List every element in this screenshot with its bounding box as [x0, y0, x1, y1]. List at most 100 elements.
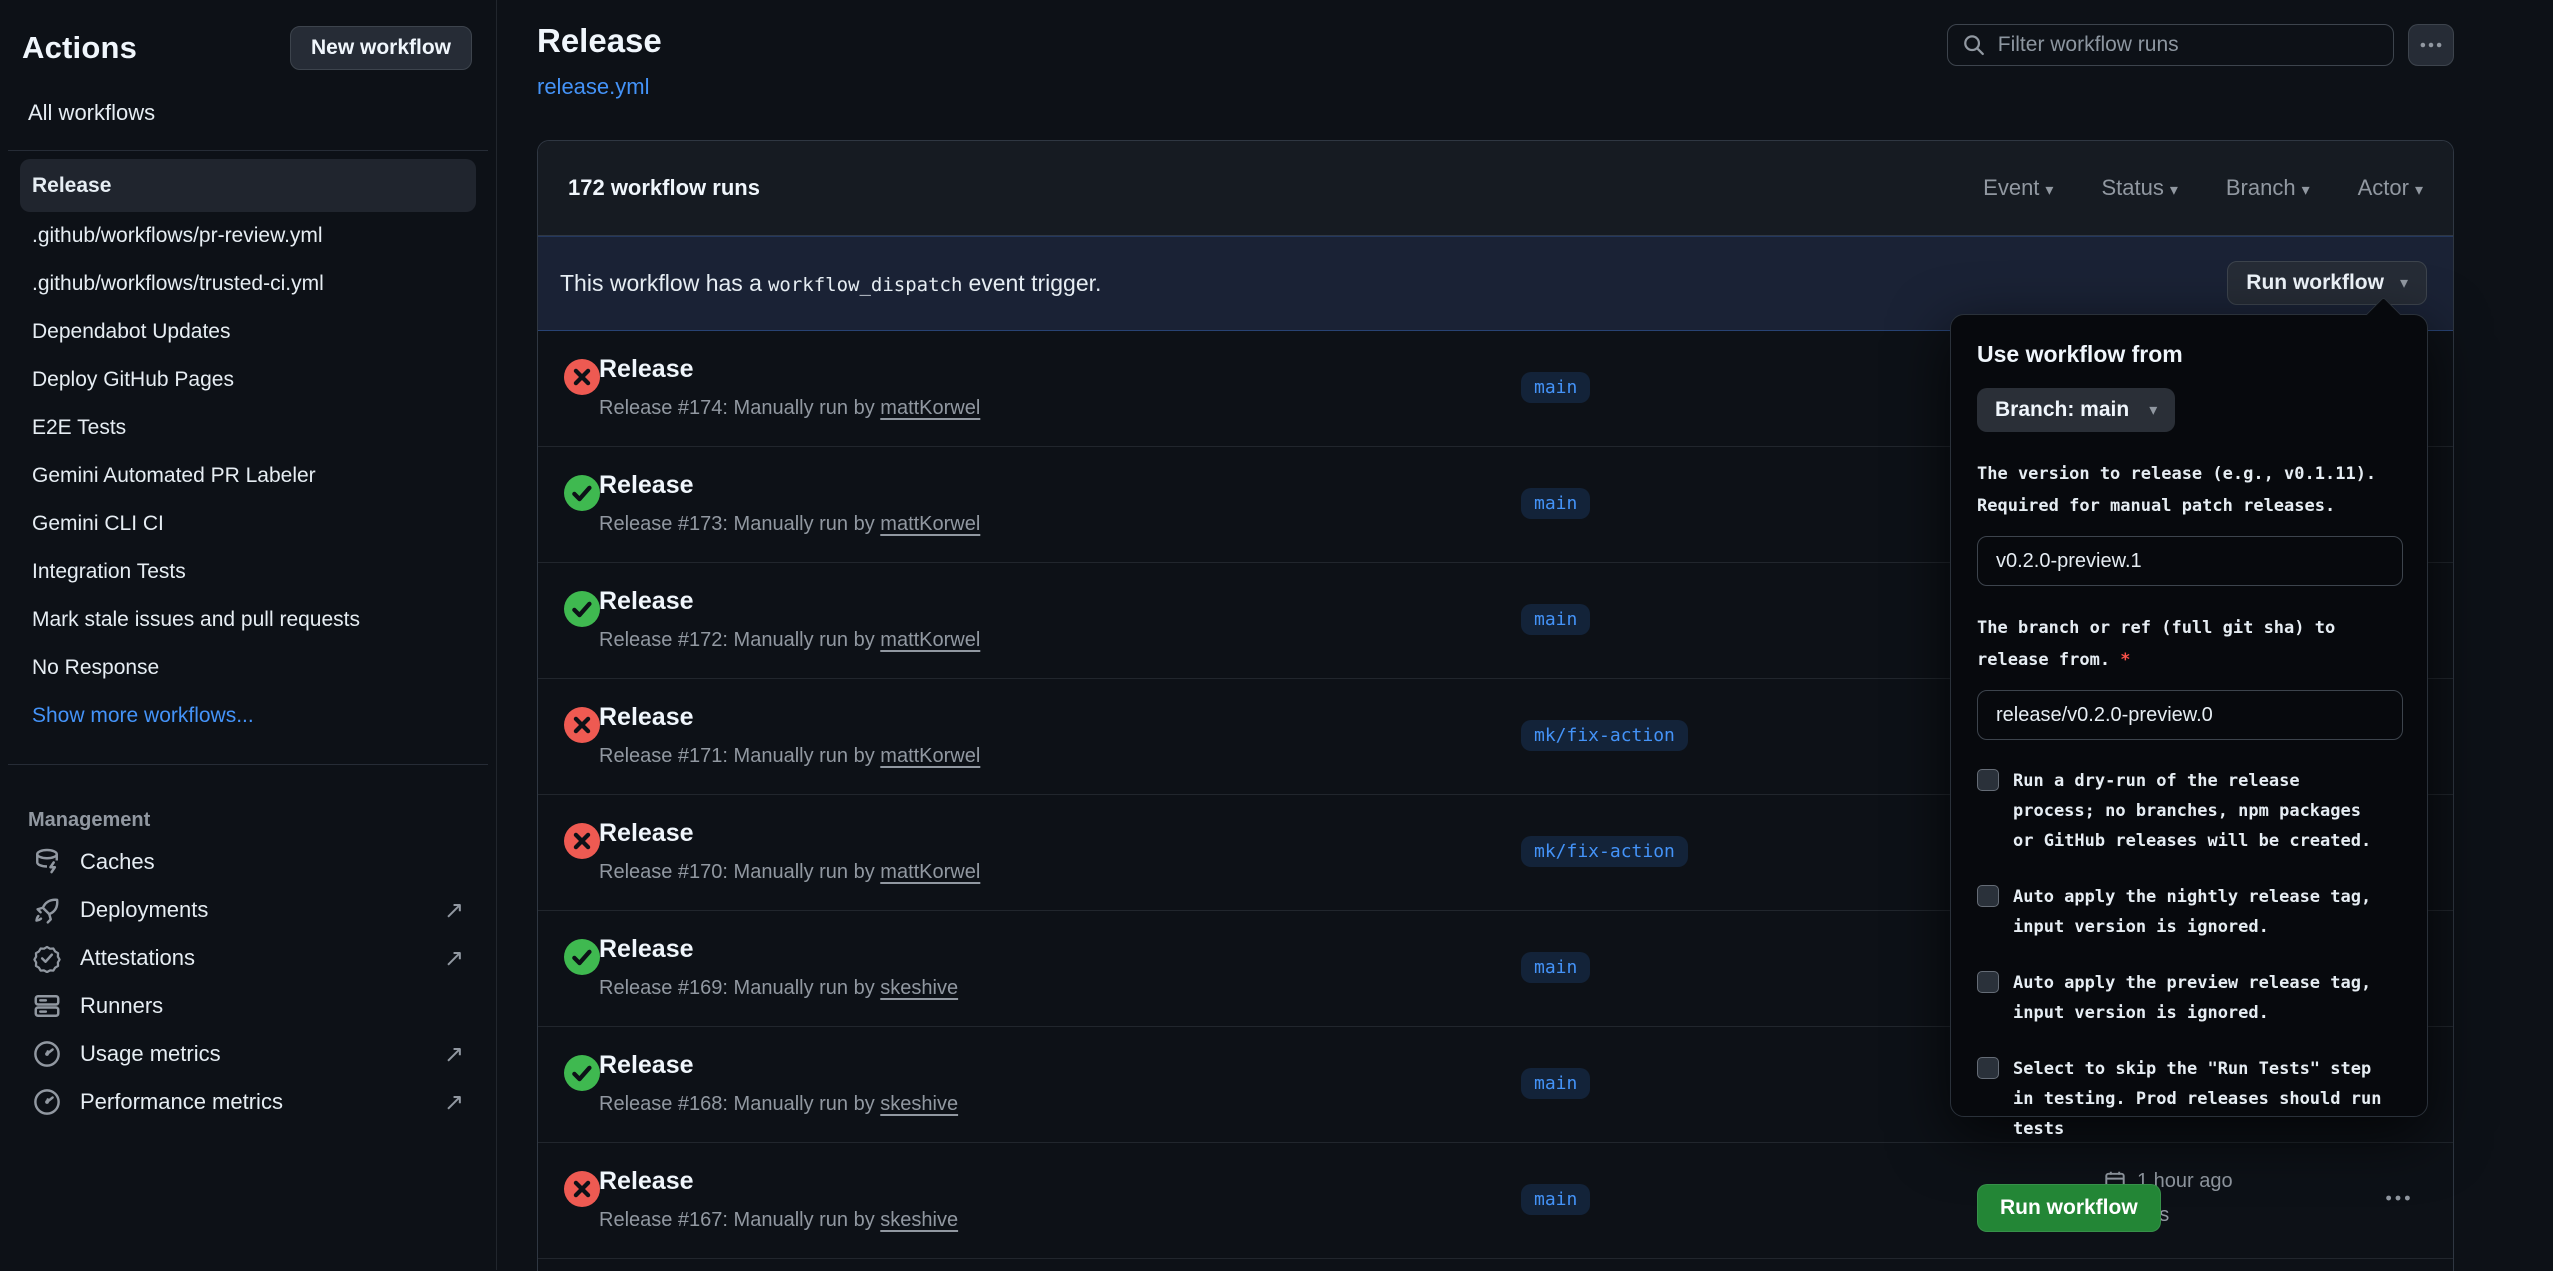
checkbox-label[interactable]: Run a dry-run of the release process; no…: [2013, 766, 2389, 856]
sidebar-workflow-item[interactable]: E2E Tests: [20, 404, 476, 452]
run-description-text: Release #169: Manually run by: [599, 977, 880, 999]
chevron-down-icon: ▾: [2045, 182, 2053, 199]
sidebar-management-item[interactable]: Attestations ↗: [20, 934, 476, 982]
management-list: Caches ↗ Deployments ↗ Attestations ↗ Ru…: [0, 838, 496, 1126]
filter-dropdown[interactable]: Status▾: [2101, 175, 2177, 201]
version-input[interactable]: [1977, 536, 2403, 586]
branch-badge[interactable]: main: [1521, 1068, 1590, 1099]
meter-icon: [32, 1039, 62, 1069]
branch-badge[interactable]: mk/fix-action: [1521, 836, 1688, 867]
sidebar-workflow-item[interactable]: Integration Tests: [20, 548, 476, 596]
run-actor-link[interactable]: mattKorwel: [880, 745, 980, 767]
workflow-item-label: Gemini Automated PR Labeler: [32, 464, 316, 488]
sidebar-management-item[interactable]: Runners ↗: [20, 982, 476, 1030]
checkbox-label[interactable]: Select to skip the "Run Tests" step in t…: [2013, 1054, 2389, 1144]
run-actor-link[interactable]: mattKorwel: [880, 629, 980, 651]
branch-badge[interactable]: main: [1521, 372, 1590, 403]
branch-select-button[interactable]: Branch: main▾: [1977, 388, 2175, 432]
management-item-label: Performance metrics: [80, 1089, 283, 1115]
sidebar-workflow-item[interactable]: .github/workflows/pr-review.yml: [20, 212, 476, 260]
run-status-icon: [564, 707, 600, 743]
checkbox-input[interactable]: [1977, 1057, 1999, 1079]
checkbox-row: Run a dry-run of the release process; no…: [1977, 766, 2401, 856]
run-title-link[interactable]: Release: [599, 1051, 694, 1080]
filter-dropdown[interactable]: Event▾: [1983, 175, 2053, 201]
runs-count: 172 workflow runs: [568, 175, 760, 201]
run-description: Release #174: Manually run by mattKorwel: [599, 397, 980, 420]
sidebar-workflow-item[interactable]: Release: [20, 159, 476, 212]
workflow-item-label: Release: [32, 174, 111, 198]
run-actor-link[interactable]: skeshive: [880, 1209, 958, 1231]
workflow-options-kebab-button[interactable]: [2408, 24, 2454, 66]
run-actor-link[interactable]: mattKorwel: [880, 397, 980, 419]
sidebar-workflow-item[interactable]: .github/workflows/trusted-ci.yml: [20, 260, 476, 308]
new-workflow-button[interactable]: New workflow: [290, 26, 472, 70]
run-workflow-dropdown-button[interactable]: Run workflow▾: [2227, 261, 2427, 305]
checkbox-input[interactable]: [1977, 769, 1999, 791]
run-description-text: Release #168: Manually run by: [599, 1093, 880, 1115]
sidebar-management-item[interactable]: Caches ↗: [20, 838, 476, 886]
run-title-link[interactable]: Release: [599, 355, 694, 384]
branch-badge[interactable]: main: [1521, 488, 1590, 519]
branch-badge[interactable]: main: [1521, 604, 1590, 635]
sidebar-management-item[interactable]: Deployments ↗: [20, 886, 476, 934]
sidebar-workflow-item[interactable]: Gemini CLI CI: [20, 500, 476, 548]
run-title-link[interactable]: Release: [599, 703, 694, 732]
workflow-item-label: Mark stale issues and pull requests: [32, 608, 360, 632]
sidebar-workflow-item[interactable]: Mark stale issues and pull requests: [20, 596, 476, 644]
workflow-item-label: E2E Tests: [32, 416, 126, 440]
banner-text-suffix: event trigger.: [968, 270, 1101, 296]
workflow-item-label: Show more workflows...: [32, 704, 254, 728]
kebab-horizontal-icon: [2418, 32, 2444, 58]
external-link-icon: ↗: [444, 896, 464, 925]
runs-filters: Event▾ Status▾ Branch▾ Actor▾: [1983, 175, 2423, 201]
banner-code: workflow_dispatch: [762, 274, 968, 296]
filter-dropdown-label: Actor: [2358, 175, 2409, 200]
run-actor-link[interactable]: skeshive: [880, 977, 958, 999]
filter-dropdown[interactable]: Actor▾: [2358, 175, 2423, 201]
checkbox-input[interactable]: [1977, 971, 1999, 993]
checkbox-label[interactable]: Auto apply the nightly release tag, inpu…: [2013, 882, 2389, 942]
workflow-list: Release .github/workflows/pr-review.yml …: [0, 159, 496, 740]
branch-badge[interactable]: mk/fix-action: [1521, 720, 1688, 751]
sidebar-workflow-item[interactable]: Dependabot Updates: [20, 308, 476, 356]
filter-dropdown[interactable]: Branch▾: [2226, 175, 2310, 201]
workflow-item-label: Deploy GitHub Pages: [32, 368, 234, 392]
run-status-icon: [564, 939, 600, 975]
sidebar-item-all-workflows[interactable]: All workflows: [0, 70, 496, 126]
sidebar-workflow-item[interactable]: Deploy GitHub Pages: [20, 356, 476, 404]
run-title-link[interactable]: Release: [599, 935, 694, 964]
sidebar-workflow-item[interactable]: No Response: [20, 644, 476, 692]
checkbox-label[interactable]: Auto apply the preview release tag, inpu…: [2013, 968, 2389, 1028]
chevron-down-icon: ▾: [2302, 182, 2310, 199]
run-title-link[interactable]: Release: [599, 1167, 694, 1196]
sidebar-management-item[interactable]: Usage metrics ↗: [20, 1030, 476, 1078]
sidebar-workflow-item[interactable]: Show more workflows...: [20, 692, 476, 740]
run-actor-link[interactable]: skeshive: [880, 1093, 958, 1115]
checkbox-row: Auto apply the preview release tag, inpu…: [1977, 968, 2401, 1028]
meter-icon: [32, 1087, 62, 1117]
workflow-item-label: .github/workflows/trusted-ci.yml: [32, 272, 324, 296]
workflow-file-link[interactable]: release.yml: [537, 74, 649, 100]
checkbox-row: Auto apply the nightly release tag, inpu…: [1977, 882, 2401, 942]
ref-input[interactable]: [1977, 690, 2403, 740]
cache-icon: [32, 847, 62, 877]
run-actor-link[interactable]: mattKorwel: [880, 513, 980, 535]
run-actor-link[interactable]: mattKorwel: [880, 861, 980, 883]
check-circle-fill-icon: [564, 1055, 600, 1091]
run-title-link[interactable]: Release: [599, 819, 694, 848]
ref-help-text: The branch or ref (full git sha) to rele…: [1977, 612, 2401, 676]
run-title-link[interactable]: Release: [599, 587, 694, 616]
run-title-link[interactable]: Release: [599, 471, 694, 500]
run-workflow-submit-button[interactable]: Run workflow: [1977, 1184, 2161, 1232]
sidebar-workflow-item[interactable]: Gemini Automated PR Labeler: [20, 452, 476, 500]
branch-badge[interactable]: main: [1521, 952, 1590, 983]
run-description: Release #173: Manually run by mattKorwel: [599, 513, 980, 536]
banner-text: This workflow has aworkflow_dispatcheven…: [560, 270, 1101, 297]
sidebar-management-item[interactable]: Performance metrics ↗: [20, 1078, 476, 1126]
sidebar-divider: [8, 764, 488, 765]
filter-workflow-runs-box: [1947, 24, 2394, 66]
branch-badge[interactable]: main: [1521, 1184, 1590, 1215]
filter-workflow-runs-input[interactable]: [1998, 33, 2379, 57]
checkbox-input[interactable]: [1977, 885, 1999, 907]
